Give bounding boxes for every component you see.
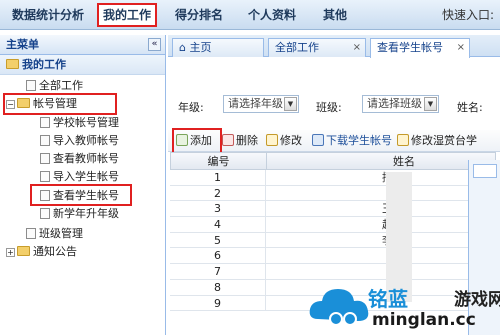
edit-icon (266, 134, 278, 146)
table-row[interactable]: 3王 (170, 201, 496, 218)
watermark-suffix: 游戏网 (454, 290, 500, 310)
tree-label: 导入教师帐号 (53, 134, 119, 147)
section-label: 我的工作 (22, 58, 66, 71)
table-row[interactable]: 2 (170, 185, 496, 202)
sidebar: 主菜单 « 我的工作 全部工作 − 帐号管理 学校帐号管理 导入教师帐号 查看教师… (0, 35, 166, 335)
tab-label: 全部工作 (275, 41, 319, 54)
folder-icon (17, 246, 30, 256)
watermark-logo: 铭蓝 游戏网 minglan.cc (306, 277, 500, 335)
dropdown-arrow-icon[interactable]: ▼ (284, 97, 297, 111)
folder-icon (6, 59, 19, 69)
name-label: 姓名: (457, 101, 483, 114)
tab-bar: ⌂ 主页 全部工作 × 查看学生帐号 × (168, 35, 500, 58)
sidebar-header: 主菜单 « (0, 35, 165, 55)
table-row[interactable]: 6 (170, 248, 496, 265)
dropdown-arrow-icon[interactable]: ▼ (424, 97, 437, 111)
expand-tree-icon[interactable]: + (6, 248, 15, 257)
row-id: 2 (170, 185, 266, 201)
document-icon (40, 153, 50, 164)
row-id: 7 (170, 264, 266, 279)
row-id: 6 (170, 248, 266, 264)
close-icon[interactable]: × (457, 39, 465, 56)
document-icon (40, 135, 50, 146)
grade-select-value: 请选择年级 (228, 97, 283, 110)
filter-bar: 年级: 请选择年级 ▼ 班级: 请选择班级 ▼ 姓名: (168, 95, 500, 119)
nav-score-ranking[interactable]: 得分排名 (175, 0, 223, 30)
tree-item-notice[interactable]: + 通知公告 (6, 243, 77, 261)
delete-icon (222, 134, 234, 146)
watermark-domain: minglan.cc (372, 310, 476, 330)
nav-my-work[interactable]: 我的工作 (97, 3, 158, 27)
row-id: 1 (170, 170, 266, 185)
tab-label: 主页 (189, 41, 212, 54)
tree-label: 导入学生帐号 (53, 170, 119, 183)
document-icon (40, 208, 50, 219)
table-row[interactable]: 1摺 (170, 170, 496, 186)
document-icon (26, 80, 36, 91)
class-label: 班级: (316, 101, 342, 114)
class-select-value: 请选择班级 (367, 97, 422, 110)
edit-label: 修改 (280, 134, 302, 147)
table-row[interactable]: 5李 (170, 232, 496, 249)
tree-label: 通知公告 (33, 245, 77, 258)
tree-item-import-teachers[interactable]: 导入教师帐号 (40, 132, 119, 150)
highlight-account-mgmt (3, 93, 117, 115)
edit-button[interactable]: 修改 (266, 132, 302, 150)
home-icon: ⌂ (179, 41, 186, 54)
tab-home[interactable]: ⌂ 主页 (172, 38, 264, 57)
tree-label: 查看教师帐号 (53, 152, 119, 165)
row-id: 3 (170, 201, 266, 217)
row-id: 5 (170, 232, 266, 248)
nav-profile[interactable]: 个人资料 (248, 0, 296, 30)
nav-other[interactable]: 其他 (323, 0, 347, 30)
sidebar-title: 主菜单 (6, 38, 39, 51)
collapse-icon[interactable]: « (148, 38, 161, 51)
document-icon (40, 171, 50, 182)
close-icon[interactable]: × (353, 39, 361, 56)
column-id[interactable]: 编号 (171, 153, 267, 169)
tree-label: 新学年升年级 (53, 207, 119, 220)
tree-label: 全部工作 (39, 79, 83, 92)
panel-tab[interactable] (473, 164, 497, 178)
class-select[interactable]: 请选择班级 ▼ (362, 95, 439, 113)
highlight-view-students (30, 184, 132, 206)
tree-item-class-mgmt[interactable]: 班级管理 (26, 225, 83, 243)
tree-label: 班级管理 (39, 227, 83, 240)
cloud-logo-icon (309, 289, 369, 326)
edit-extra-label: 修改湿赏台学 (411, 134, 477, 147)
watermark-brand: 铭蓝 (368, 287, 408, 311)
tree-item-school-accounts[interactable]: 学校帐号管理 (40, 114, 119, 132)
download-icon (312, 134, 324, 146)
grade-select[interactable]: 请选择年级 ▼ (223, 95, 299, 113)
grid-header: 编号 姓名 (170, 152, 496, 170)
quick-entry-label: 快速入口: (441, 8, 494, 22)
sidebar-section-my-work[interactable]: 我的工作 (0, 55, 165, 75)
edit-icon (397, 134, 409, 146)
row-id: 8 (170, 279, 266, 295)
table-row[interactable]: 4赵 (170, 217, 496, 233)
nav-data-stats[interactable]: 数据统计分析 (12, 0, 84, 30)
download-label: 下载学生帐号 (326, 134, 392, 147)
row-id: 9 (170, 295, 266, 311)
top-nav: 数据统计分析 我的工作 得分排名 个人资料 其他 快速入口: (0, 0, 500, 30)
document-icon (40, 117, 50, 128)
document-icon (26, 228, 36, 239)
grade-label: 年级: (178, 101, 204, 114)
tree-label: 学校帐号管理 (53, 116, 119, 129)
tree-item-promote-grade[interactable]: 新学年升年级 (40, 205, 119, 223)
tab-view-students[interactable]: 查看学生帐号 × (370, 38, 470, 58)
tree-item-view-teachers[interactable]: 查看教师帐号 (40, 150, 119, 168)
delete-label: 删除 (236, 134, 258, 147)
column-name[interactable]: 姓名 (393, 153, 415, 171)
highlight-add-button (172, 128, 222, 155)
delete-button[interactable]: 删除 (222, 132, 258, 150)
edit-extra-button[interactable]: 修改湿赏台学 (397, 132, 499, 150)
tab-all-work[interactable]: 全部工作 × (268, 38, 366, 57)
download-students-button[interactable]: 下载学生帐号 (312, 132, 392, 150)
row-id: 4 (170, 217, 266, 232)
tab-label: 查看学生帐号 (377, 41, 443, 54)
